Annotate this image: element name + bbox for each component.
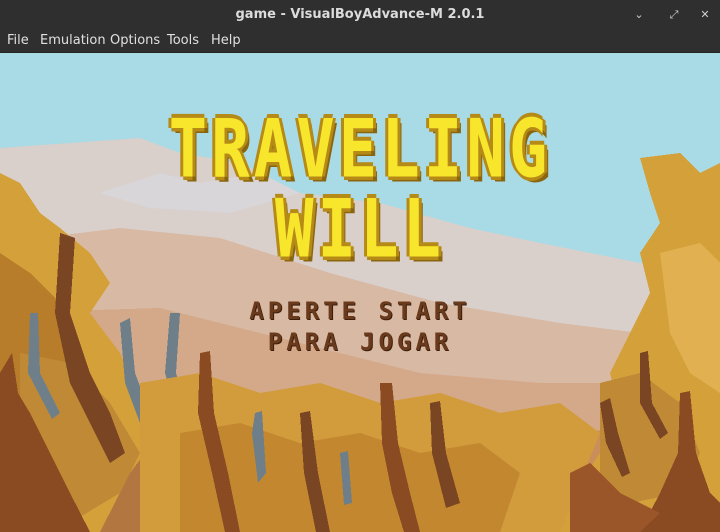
menu-tools[interactable]: Tools	[167, 30, 199, 52]
menu-help[interactable]: Help	[211, 30, 241, 52]
menu-file[interactable]: File	[7, 30, 29, 52]
maximize-icon[interactable]: ⤢	[666, 7, 682, 23]
close-icon[interactable]: ✕	[697, 7, 713, 23]
window-title: game - VisualBoyAdvance-M 2.0.1	[235, 7, 485, 22]
start-prompt-line1: APERTE START	[249, 297, 471, 325]
menu-emulation[interactable]: Emulation	[40, 30, 106, 52]
title-bar[interactable]: game - VisualBoyAdvance-M 2.0.1 ⌄ ⤢ ✕	[0, 0, 720, 30]
menu-bar: File Emulation Options Tools Help	[0, 30, 720, 53]
game-title-line1: TRAVELING	[168, 103, 552, 197]
minimize-icon[interactable]: ⌄	[631, 7, 647, 23]
game-screen[interactable]: TRAVELING WILL APERTE START PARA JOGAR	[0, 53, 720, 532]
game-title-line2: WILL	[274, 183, 446, 277]
start-prompt-line2: PARA JOGAR	[267, 328, 453, 356]
menu-options[interactable]: Options	[110, 30, 160, 52]
emulator-window: game - VisualBoyAdvance-M 2.0.1 ⌄ ⤢ ✕ Fi…	[0, 0, 720, 532]
